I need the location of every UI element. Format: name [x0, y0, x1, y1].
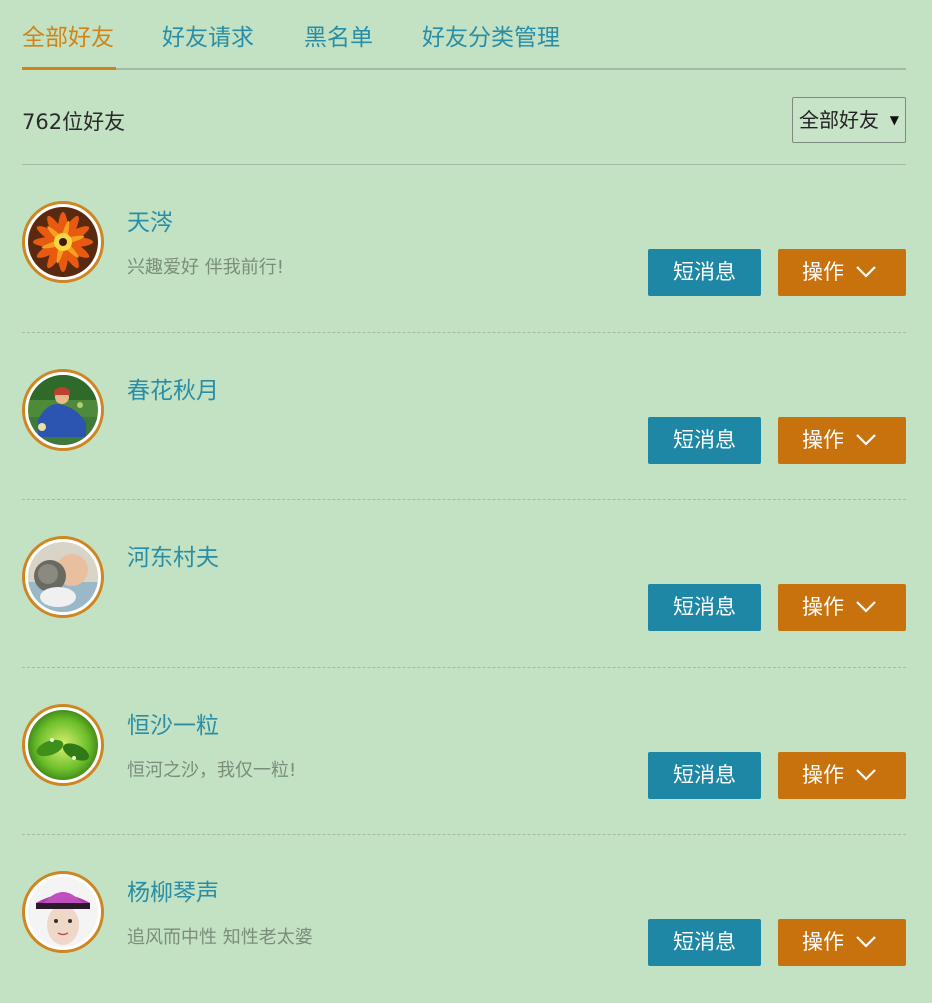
friends-panel: 全部好友 好友请求 黑名单 好友分类管理 762位好友 全部好友 ▼ 天涔 兴趣…	[22, 0, 906, 1003]
tab-friend-requests[interactable]: 好友请求	[162, 18, 254, 70]
chevron-down-icon	[856, 433, 876, 446]
friend-signature: 追风而中性 知性老太婆	[127, 927, 313, 948]
list-item: 杨柳琴声 追风而中性 知性老太婆 短消息 操作	[22, 835, 906, 1003]
list-item: 春花秋月 短消息 操作	[22, 333, 906, 500]
avatar[interactable]	[22, 703, 104, 786]
friend-name[interactable]: 恒沙一粒	[127, 706, 219, 740]
friend-count-row: 762位好友 全部好友 ▼	[22, 70, 906, 165]
friend-name[interactable]: 春花秋月	[127, 371, 219, 405]
message-button[interactable]: 短消息	[648, 249, 761, 296]
chevron-down-icon	[856, 936, 876, 948]
message-button[interactable]: 短消息	[648, 584, 761, 631]
operate-button[interactable]: 操作	[778, 751, 906, 799]
operate-button[interactable]: 操作	[778, 416, 906, 464]
message-button[interactable]: 短消息	[648, 751, 761, 799]
friend-name[interactable]: 天涔	[127, 203, 173, 237]
list-item: 恒沙一粒 恒河之沙，我仅一粒! 短消息 操作	[22, 668, 906, 835]
list-item: 河东村夫 短消息 操作	[22, 500, 906, 668]
chevron-down-icon	[856, 601, 876, 613]
avatar[interactable]	[22, 201, 104, 283]
friend-filter-value: 全部好友	[799, 108, 879, 132]
friend-list: 天涔 兴趣爱好 伴我前行! 短消息 操作 春花秋月 短消息 操作 河东村夫 短消…	[22, 165, 906, 1003]
avatar[interactable]	[22, 368, 104, 451]
friend-name[interactable]: 杨柳琴声	[127, 873, 219, 907]
operate-button-label: 操作	[802, 930, 844, 954]
friend-count: 762位好友	[22, 110, 126, 134]
avatar[interactable]	[22, 536, 104, 618]
avatar-image-portrait	[28, 877, 98, 947]
avatar-image-flower	[28, 207, 98, 277]
operate-button-label: 操作	[802, 260, 844, 284]
operate-button[interactable]: 操作	[778, 249, 906, 296]
tab-all-friends[interactable]: 全部好友	[22, 18, 116, 70]
avatar-image-photo	[28, 374, 98, 445]
operate-button-label: 操作	[802, 762, 844, 787]
operate-button[interactable]: 操作	[778, 919, 906, 966]
tab-category-management[interactable]: 好友分类管理	[422, 18, 560, 70]
list-item: 天涔 兴趣爱好 伴我前行! 短消息 操作	[22, 165, 906, 333]
chevron-down-icon	[856, 266, 876, 278]
avatar-image-photo	[28, 542, 98, 612]
operate-button[interactable]: 操作	[778, 584, 906, 631]
friend-signature: 兴趣爱好 伴我前行!	[127, 257, 284, 278]
caret-down-icon: ▼	[889, 113, 899, 127]
tab-bar: 全部好友 好友请求 黑名单 好友分类管理	[22, 0, 906, 70]
operate-button-label: 操作	[802, 427, 844, 452]
avatar-image-leaves	[28, 709, 98, 780]
friend-filter-select[interactable]: 全部好友 ▼	[792, 97, 906, 143]
tab-blacklist[interactable]: 黑名单	[304, 18, 373, 70]
message-button[interactable]: 短消息	[648, 919, 761, 966]
friend-signature: 恒河之沙，我仅一粒!	[127, 759, 297, 781]
friend-name[interactable]: 河东村夫	[127, 538, 219, 572]
operate-button-label: 操作	[802, 595, 844, 619]
avatar[interactable]	[22, 871, 104, 953]
message-button[interactable]: 短消息	[648, 416, 761, 464]
chevron-down-icon	[856, 768, 876, 781]
